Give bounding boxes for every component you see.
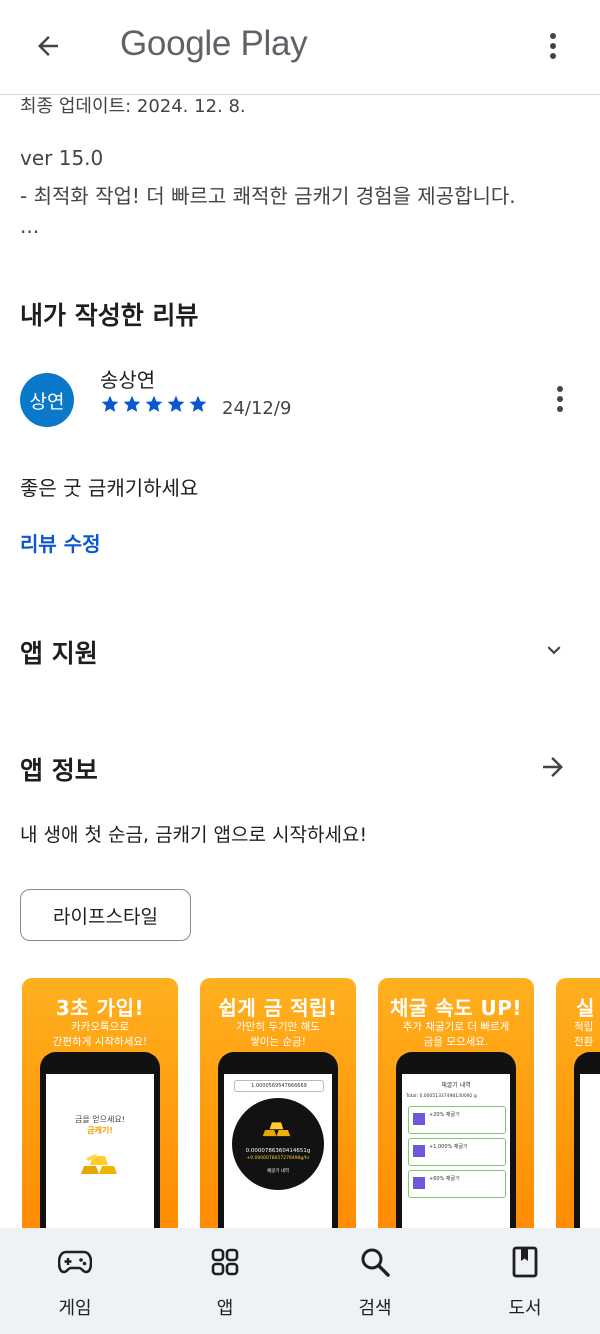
arrow-left-icon bbox=[38, 36, 58, 56]
star-icon bbox=[189, 395, 207, 412]
screenshot-subtitle: 카카오톡으로 간편하게 시작하세요! bbox=[22, 1020, 178, 1050]
nav-label: 게임 bbox=[58, 1298, 92, 1319]
balance-bar: 1.0000569547666669 bbox=[234, 1080, 324, 1092]
screenshot-3[interactable]: 채굴 속도 UP! 추가 채굴기로 더 빠르게 금을 모으세요. 채굴기 내역 … bbox=[378, 978, 534, 1228]
gold-bars-icon bbox=[262, 1122, 291, 1137]
google-play-title: Google Play bbox=[120, 24, 308, 63]
screenshot-subtitle: 적립 전환 bbox=[556, 1020, 600, 1050]
screenshot-1[interactable]: 3초 가입! 카카오톡으로 간편하게 시작하세요! 금을 얻으세요! 금캐기! bbox=[22, 978, 178, 1228]
subtitle-line: 카카오톡으로 bbox=[71, 1021, 129, 1033]
gold-rate: +0.0000078657279498g/hr bbox=[246, 1156, 310, 1161]
screenshot-title: 3초 가입! bbox=[55, 996, 145, 1020]
star-icon bbox=[145, 395, 163, 412]
back-button[interactable] bbox=[28, 26, 68, 66]
my-review-heading: 내가 작성한 리뷰 bbox=[20, 301, 199, 330]
miner-card: +60% 채굴기 bbox=[408, 1170, 506, 1198]
subtitle-line: 금을 모으세요. bbox=[423, 1036, 489, 1048]
nav-games[interactable]: 게임 bbox=[0, 1228, 150, 1334]
gold-bars-icon bbox=[81, 1154, 117, 1174]
miner-label: +60% 채굴기 bbox=[429, 1176, 460, 1182]
screenshot-title: 쉽게 금 적립! bbox=[218, 996, 338, 1020]
screenshot-carousel[interactable]: 3초 가입! 카카오톡으로 간편하게 시작하세요! 금을 얻으세요! 금캐기! bbox=[0, 978, 600, 1228]
release-note: - 최적화 작업! 더 빠르고 쾌적한 금캐기 경험을 제공합니다. bbox=[20, 184, 516, 208]
chevron-down-icon bbox=[547, 646, 561, 655]
miner-card: +1,000% 채굴기 bbox=[408, 1138, 506, 1166]
subtitle-line: 가만히 두기만 해도 bbox=[236, 1021, 320, 1033]
screenshot-title: 채굴 속도 UP! bbox=[389, 996, 523, 1020]
miner-icon bbox=[413, 1145, 425, 1157]
apps-grid-icon bbox=[207, 1244, 243, 1280]
screenshot-4[interactable]: 실 적립 전환 bbox=[556, 978, 600, 1228]
gold-value: 0.0000786360414651g bbox=[245, 1148, 311, 1154]
search-icon bbox=[357, 1244, 393, 1280]
screenshot-subtitle: 추가 채굴기로 더 빠르게 금을 모으세요. bbox=[378, 1020, 534, 1050]
app-info-arrow-button[interactable] bbox=[534, 748, 572, 786]
nav-label: 검색 bbox=[358, 1298, 392, 1319]
nav-apps[interactable]: 앱 bbox=[150, 1228, 300, 1334]
more-vert-icon bbox=[557, 386, 563, 412]
release-note-more: ... bbox=[20, 214, 40, 238]
top-app-bar: Google Play bbox=[0, 0, 600, 95]
miner-icon bbox=[413, 1177, 425, 1189]
miner-label: +20% 채굴기 bbox=[429, 1112, 460, 1118]
expand-support-button[interactable] bbox=[538, 634, 570, 666]
app-info-heading[interactable]: 앱 정보 bbox=[20, 751, 98, 787]
last-updated-text: 최종 업데이트: 2024. 12. 8. bbox=[20, 96, 246, 117]
avatar: 상연 bbox=[20, 373, 74, 427]
subtitle-line: 전환 bbox=[574, 1036, 594, 1048]
screenshot-subtitle: 가만히 두기만 해도 쌓이는 순금! bbox=[200, 1020, 356, 1050]
nav-search[interactable]: 검색 bbox=[300, 1228, 450, 1334]
screen-line: 금을 얻으세요! bbox=[75, 1115, 125, 1124]
nav-label: 앱 bbox=[216, 1298, 234, 1319]
star-icon bbox=[101, 395, 119, 412]
subtitle-line: 적립 bbox=[574, 1021, 594, 1033]
screen-line: 금캐기! bbox=[87, 1126, 113, 1135]
review-date: 24/12/9 bbox=[222, 398, 292, 419]
list-title: 채굴기 내역 bbox=[441, 1082, 471, 1089]
more-options-button[interactable] bbox=[536, 26, 570, 66]
star-rating bbox=[100, 394, 208, 414]
miner-history-button: 채굴기 내역 bbox=[266, 1169, 290, 1174]
star-icon bbox=[123, 395, 141, 412]
subtitle-line: 쌓이는 순금! bbox=[250, 1036, 306, 1048]
app-support-heading[interactable]: 앱 지원 bbox=[20, 634, 98, 670]
phone-mockup bbox=[574, 1052, 600, 1228]
screenshot-title: 실 bbox=[576, 996, 595, 1020]
edit-review-link[interactable]: 리뷰 수정 bbox=[20, 528, 101, 557]
book-icon bbox=[507, 1244, 543, 1280]
subtitle-line: 간편하게 시작하세요! bbox=[52, 1036, 148, 1048]
total-text: Total: 0.00051337498130092 g bbox=[406, 1094, 477, 1099]
app-description: 내 생애 첫 순금, 금캐기 앱으로 시작하세요! bbox=[20, 824, 368, 846]
nav-label: 도서 bbox=[508, 1298, 542, 1319]
phone-screen: 금을 얻으세요! 금캐기! bbox=[46, 1074, 154, 1228]
phone-screen bbox=[580, 1074, 600, 1228]
phone-mockup: 채굴기 내역 Total: 0.00051337498130092 g +20%… bbox=[396, 1052, 516, 1228]
review-options-button[interactable] bbox=[546, 380, 574, 418]
miner-label: +1,000% 채굴기 bbox=[429, 1144, 468, 1150]
subtitle-line: 추가 채굴기로 더 빠르게 bbox=[402, 1021, 510, 1033]
phone-screen: 채굴기 내역 Total: 0.00051337498130092 g +20%… bbox=[402, 1074, 510, 1228]
version-text: ver 15.0 bbox=[20, 146, 104, 170]
phone-mockup: 금을 얻으세요! 금캐기! bbox=[40, 1052, 160, 1228]
screen-text: 금을 얻으세요! 금캐기! bbox=[46, 1114, 154, 1136]
star-icon bbox=[167, 395, 185, 412]
bottom-navigation: 게임 앱 검색 도서 bbox=[0, 1228, 600, 1334]
phone-mockup: 1.0000569547666669 0.0000786360414651g +… bbox=[218, 1052, 338, 1228]
review-text: 좋은 굿 금캐기하세요 bbox=[20, 476, 199, 500]
more-vert-icon bbox=[550, 33, 556, 59]
arrow-right-icon bbox=[543, 757, 563, 777]
reviewer-name: 송상연 bbox=[100, 368, 156, 392]
phone-screen: 1.0000569547666669 0.0000786360414651g +… bbox=[224, 1074, 332, 1228]
category-chip[interactable]: 라이프스타일 bbox=[20, 889, 191, 941]
gold-circle: 0.0000786360414651g +0.0000078657279498g… bbox=[232, 1098, 324, 1190]
nav-books[interactable]: 도서 bbox=[450, 1228, 600, 1334]
gamepad-icon bbox=[57, 1244, 93, 1280]
miner-card: +20% 채굴기 bbox=[408, 1106, 506, 1134]
screenshot-2[interactable]: 쉽게 금 적립! 가만히 두기만 해도 쌓이는 순금! 1.0000569547… bbox=[200, 978, 356, 1228]
miner-icon bbox=[413, 1113, 425, 1125]
